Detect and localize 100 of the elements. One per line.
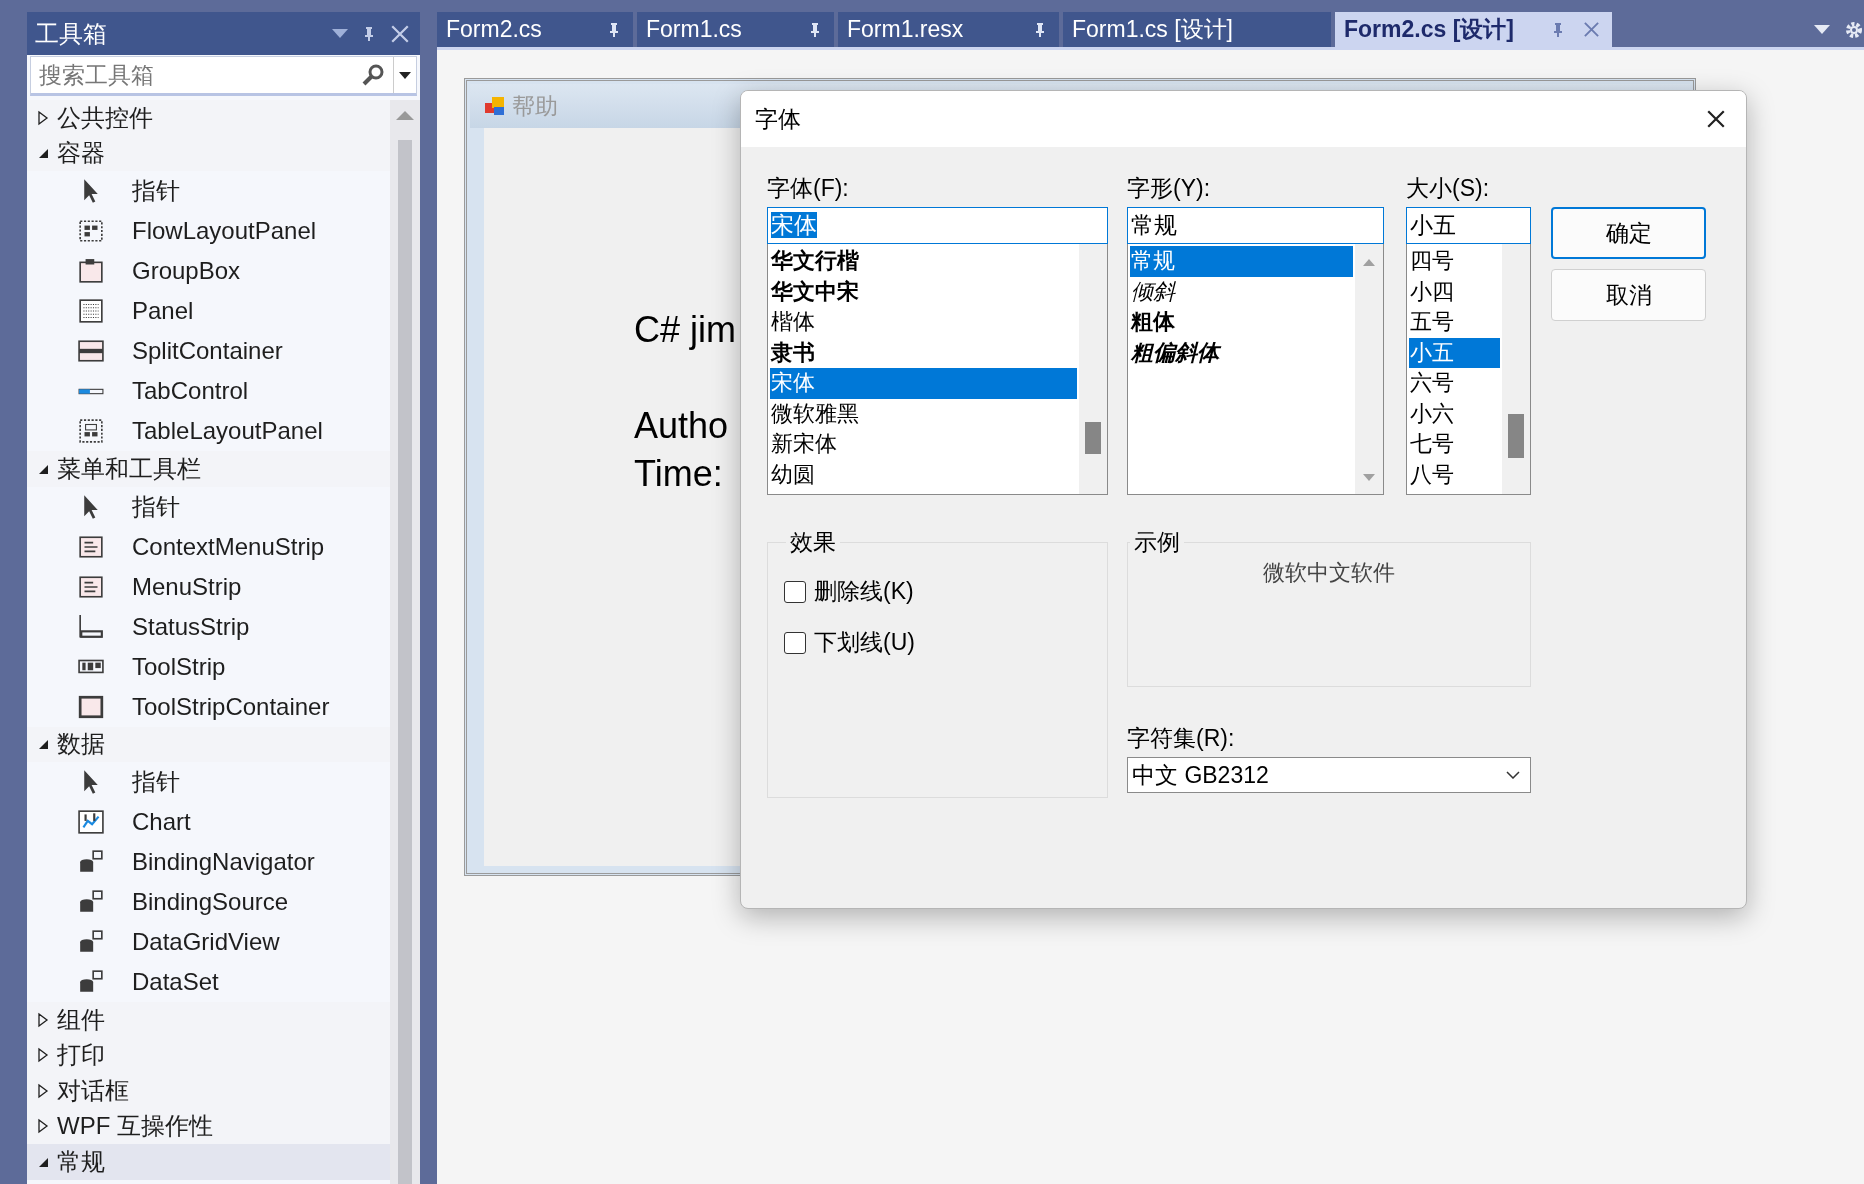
field-label: 字体(F):: [767, 174, 850, 203]
search-icon[interactable]: [361, 63, 385, 87]
list-item[interactable]: 宋体: [770, 368, 1077, 399]
dropdown-icon[interactable]: [399, 71, 411, 79]
toolbox-item[interactable]: 指针: [132, 490, 180, 523]
list-item[interactable]: 华文中宋: [770, 276, 1077, 307]
document-tab[interactable]: Form1.cs [设计]: [1063, 12, 1331, 47]
form-label: C# jim: [634, 308, 736, 352]
list-item[interactable]: 八号: [1409, 459, 1500, 490]
app-icon: [484, 95, 506, 117]
document-tab[interactable]: Form2.cs: [437, 12, 633, 47]
pin-icon[interactable]: [362, 25, 376, 42]
database-icon: [78, 849, 104, 875]
toolbox-item[interactable]: TableLayoutPanel: [132, 417, 323, 445]
list-item[interactable]: 新宋体: [770, 429, 1077, 460]
field-label: 字形(Y):: [1127, 174, 1212, 203]
category-row[interactable]: 菜单和工具栏: [27, 451, 390, 487]
toolbox-item[interactable]: TabControl: [132, 377, 249, 405]
charset-dropdown[interactable]: 中文 GB2312: [1127, 757, 1531, 793]
category-row[interactable]: 容器: [27, 135, 390, 171]
list-item[interactable]: 隶书: [770, 337, 1077, 368]
list-item[interactable]: 小五: [1409, 337, 1500, 368]
category-row[interactable]: 对话框: [27, 1073, 390, 1109]
list-item[interactable]: 微软雅黑: [770, 398, 1077, 429]
scroll-thumb[interactable]: [1085, 422, 1101, 454]
toolbox-item[interactable]: MenuStrip: [132, 572, 242, 601]
category-row[interactable]: WPF 互操作性: [27, 1108, 390, 1144]
frame-icon: [78, 693, 104, 720]
collapsed-triangle-icon[interactable]: [37, 1082, 49, 1099]
category-label: 对话框: [57, 1075, 129, 1106]
category-row[interactable]: 公共控件: [27, 100, 390, 136]
toolbox-item[interactable]: BindingNavigator: [132, 848, 315, 876]
list-item[interactable]: 倾斜: [1130, 276, 1353, 307]
search-field[interactable]: 搜索工具箱: [30, 56, 417, 96]
menu-icon: [78, 533, 104, 560]
pin-icon[interactable]: [607, 21, 621, 38]
list-item[interactable]: 粗偏斜体: [1130, 337, 1353, 368]
toolbox-item[interactable]: DataSet: [132, 968, 219, 996]
close-icon[interactable]: [1706, 109, 1726, 129]
category-label: 容器: [57, 138, 105, 169]
scrollbar[interactable]: [390, 100, 420, 1184]
list-item[interactable]: 楷体: [770, 307, 1077, 338]
list-item[interactable]: 常规: [1130, 246, 1353, 277]
list-item[interactable]: 华文行楷: [770, 246, 1077, 277]
checkbox[interactable]: [784, 580, 806, 603]
grid-icon: [78, 298, 104, 324]
list-item[interactable]: 幼圆: [770, 459, 1077, 490]
dialog-button[interactable]: 取消: [1551, 269, 1706, 321]
pointer-icon: [83, 493, 99, 520]
document-tab[interactable]: Form2.cs [设计]: [1335, 12, 1612, 47]
pin-icon[interactable]: [1033, 21, 1047, 38]
document-tab[interactable]: Form1.cs: [637, 12, 834, 47]
toolbox-item[interactable]: StatusStrip: [132, 612, 250, 641]
toolbox-item[interactable]: ToolStripContainer: [132, 692, 330, 721]
list-item[interactable]: 五号: [1409, 307, 1500, 338]
category-row[interactable]: 打印: [27, 1037, 390, 1073]
collapsed-triangle-icon[interactable]: [37, 1047, 49, 1064]
checkbox-label[interactable]: 下划线(U): [814, 627, 915, 658]
field-label: 大小(S):: [1406, 174, 1491, 203]
checkbox-label[interactable]: 删除线(K): [814, 576, 914, 607]
toolbox-item[interactable]: GroupBox: [132, 257, 241, 285]
collapsed-triangle-icon[interactable]: [37, 1118, 49, 1135]
toolbox-item[interactable]: SplitContainer: [132, 337, 283, 365]
category-row[interactable]: 数据: [27, 726, 390, 762]
list-item[interactable]: 小六: [1409, 398, 1500, 429]
list-item[interactable]: 小四: [1409, 276, 1500, 307]
group-box-icon: [78, 258, 104, 284]
toolbox-item[interactable]: BindingSource: [132, 888, 289, 916]
document-tab[interactable]: Form1.resx: [838, 12, 1059, 47]
size-field[interactable]: 小五: [1406, 207, 1531, 244]
list-item[interactable]: 粗体: [1130, 307, 1353, 338]
font-field[interactable]: 宋体: [767, 207, 1108, 244]
gear-icon[interactable]: [1844, 19, 1864, 40]
status-bar-icon: [78, 613, 104, 640]
toolbox-item[interactable]: 指针: [132, 766, 180, 798]
chevron-icon[interactable]: [1506, 771, 1520, 779]
pin-icon[interactable]: [808, 21, 822, 38]
scroll-thumb[interactable]: [1508, 414, 1524, 458]
category-label: 数据: [57, 729, 105, 760]
list-item[interactable]: 四号: [1409, 246, 1500, 277]
toolbox-item[interactable]: DataGridView: [132, 928, 280, 956]
checkbox[interactable]: [784, 631, 806, 654]
toolbox-item[interactable]: Panel: [132, 297, 194, 325]
form-label: Autho: [634, 404, 729, 448]
category-row[interactable]: 组件: [27, 1002, 390, 1038]
pin-icon[interactable]: [1551, 21, 1565, 38]
toolbox-item[interactable]: ContextMenuStrip: [132, 532, 325, 561]
toolbox-item[interactable]: Chart: [132, 808, 191, 836]
toolbox-item[interactable]: 指针: [132, 175, 180, 207]
chart-icon: [78, 809, 104, 835]
category-row[interactable]: 常规: [27, 1144, 390, 1180]
menu-icon: [78, 573, 104, 600]
toolbox-item[interactable]: FlowLayoutPanel: [132, 217, 317, 245]
collapsed-triangle-icon[interactable]: [37, 1011, 49, 1028]
style-field[interactable]: 常规: [1127, 207, 1384, 244]
toolbox-item[interactable]: ToolStrip: [132, 652, 226, 681]
dialog-button[interactable]: 确定: [1551, 207, 1706, 259]
list-item[interactable]: 六号: [1409, 368, 1500, 399]
list-item[interactable]: 七号: [1409, 429, 1500, 460]
collapsed-triangle-icon[interactable]: [37, 109, 49, 126]
